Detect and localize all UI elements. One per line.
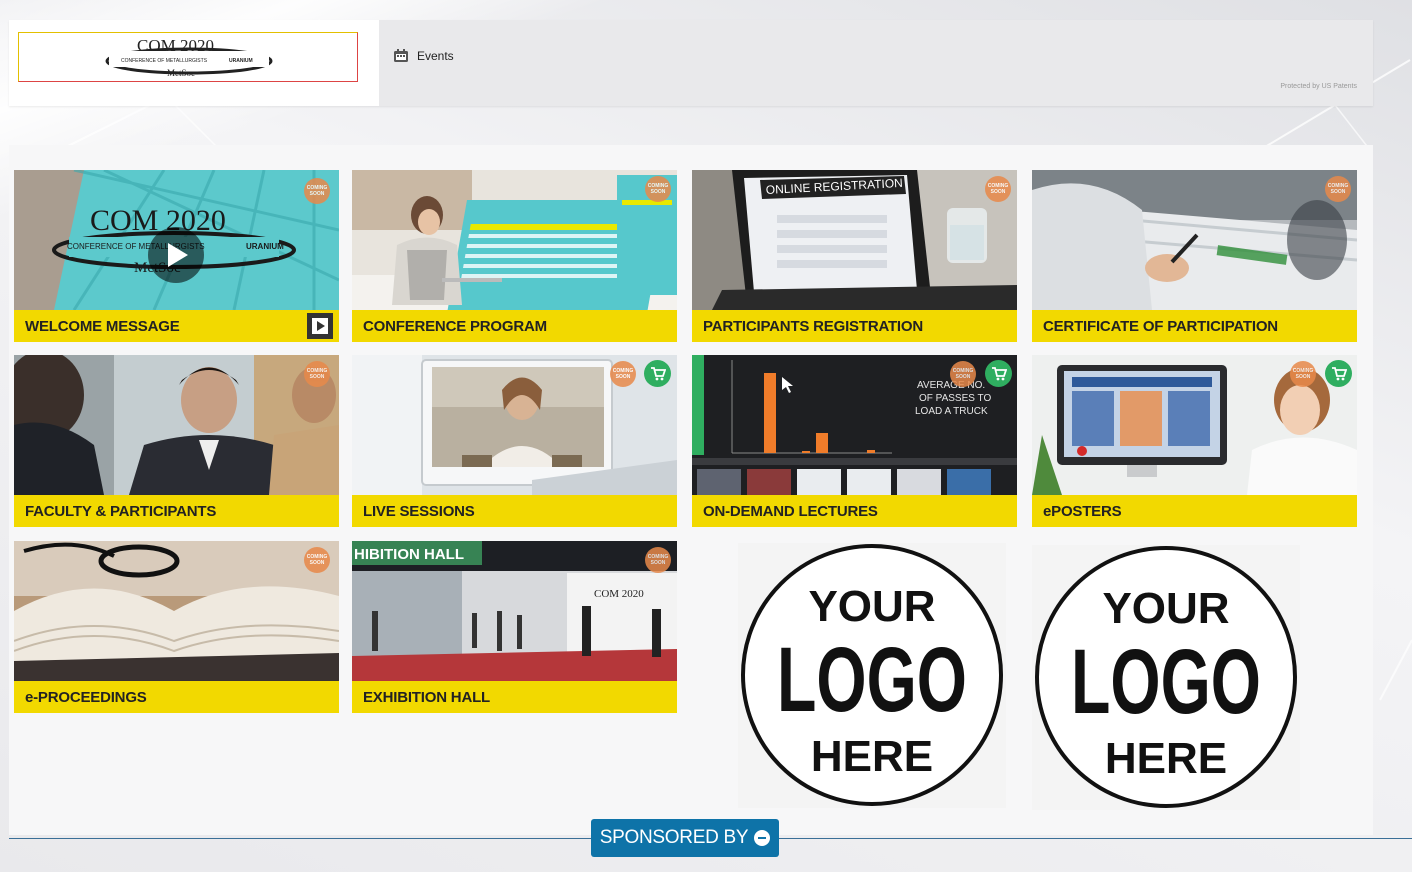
logo-org-text: MetSoc xyxy=(167,68,195,78)
conference-program-image xyxy=(352,170,677,310)
tile-caption: e-PROCEEDINGS xyxy=(14,681,339,713)
tile-certificate-of-participation[interactable]: COMING SOON CERTIFICATE OF PARTICIPATION xyxy=(1032,170,1357,342)
tile-caption: LIVE SESSIONS xyxy=(352,495,677,527)
cart-icon[interactable] xyxy=(644,360,671,387)
exhibition-hall-image: HIBITION HALL COM 2020 xyxy=(352,541,677,681)
tile-caption: ePOSTERS xyxy=(1032,495,1357,527)
lecture-image-text: AVERAGE NO. OF PASSES TO LOAD A TRUCK xyxy=(915,380,991,417)
book-glasses-image xyxy=(14,541,339,681)
tile-caption: EXHIBITION HALL xyxy=(352,681,677,713)
patent-note: Protected by US Patents xyxy=(1280,83,1357,90)
tile-caption: CONFERENCE PROGRAM xyxy=(352,310,677,342)
play-icon[interactable] xyxy=(307,313,333,339)
welcome-image-subtitle2: URANIUM xyxy=(246,242,284,251)
logo-subtitle-right: URANIUM xyxy=(229,58,253,64)
cart-icon[interactable] xyxy=(1325,360,1352,387)
coming-soon-badge: COMING SOON xyxy=(304,178,330,204)
tile-participants-registration[interactable]: ONLINE REGISTRATION COMING SOON PARTICIP… xyxy=(692,170,1017,342)
coming-soon-badge: COMING SOON xyxy=(304,547,330,573)
certificate-signing-image xyxy=(1032,170,1357,310)
com2020-logo-graphic: COM 2020 CONFERENCE OF METALLURGISTS URA… xyxy=(105,36,273,78)
collapse-minus-icon xyxy=(754,830,771,846)
logo-placeholder-mid: LOGO xyxy=(1071,631,1261,733)
coming-soon-badge: COMING SOON xyxy=(610,361,636,387)
cart-icon[interactable] xyxy=(985,360,1012,387)
top-header: COM 2020 CONFERENCE OF METALLURGISTS URA… xyxy=(9,20,1373,106)
sponsored-by-label: SPONSORED BY xyxy=(599,827,749,848)
tile-on-demand-lectures[interactable]: AVERAGE NO. OF PASSES TO LOAD A TRUCK COMI… xyxy=(692,355,1017,527)
tile-faculty-participants[interactable]: COMING SOON FACULTY & PARTICIPANTS xyxy=(14,355,339,527)
your-logo-here-graphic: YOUR LOGO HERE xyxy=(741,544,1003,806)
events-icon xyxy=(394,49,408,62)
coming-soon-badge: COMING SOON xyxy=(645,547,671,573)
logo-title-text: COM 2020 xyxy=(137,36,214,55)
tile-caption: CERTIFICATE OF PARTICIPATION xyxy=(1032,310,1357,342)
tile-caption: ON-DEMAND LECTURES xyxy=(692,495,1017,527)
your-logo-here-graphic: YOUR LOGO HERE xyxy=(1035,546,1297,808)
sponsor-logo-placeholder-1[interactable]: YOUR LOGO HERE xyxy=(738,543,1006,808)
logo-placeholder-bottom: HERE xyxy=(811,732,933,781)
coming-soon-badge: COMING SOON xyxy=(950,361,976,387)
logo-placeholder-top: YOUR xyxy=(808,582,935,631)
exhibition-image-text: HIBITION HALL xyxy=(354,546,464,563)
sponsor-logo-placeholder-2[interactable]: YOUR LOGO HERE xyxy=(1032,545,1300,810)
welcome-video-thumbnail: COM 2020 CONFERENCE OF METALLURGISTS URA… xyxy=(14,170,339,310)
tile-exhibition-hall[interactable]: HIBITION HALL COM 2020 COMING SOON EXHIB… xyxy=(352,541,677,713)
exhibition-image-sub: COM 2020 xyxy=(594,588,644,600)
tile-caption: PARTICIPANTS REGISTRATION xyxy=(692,310,1017,342)
nav-events-label: Events xyxy=(417,49,454,63)
tile-e-proceedings[interactable]: COMING SOON e-PROCEEDINGS xyxy=(14,541,339,713)
tile-live-sessions[interactable]: COMING SOON LIVE SESSIONS xyxy=(352,355,677,527)
tile-welcome-message[interactable]: COM 2020 CONFERENCE OF METALLURGISTS URA… xyxy=(14,170,339,342)
coming-soon-badge: COMING SOON xyxy=(1325,176,1351,202)
coming-soon-badge: COMING SOON xyxy=(304,361,330,387)
nav-events[interactable]: Events xyxy=(393,49,454,63)
tile-eposters[interactable]: COMING SOON ePOSTERS xyxy=(1032,355,1357,527)
coming-soon-badge: COMING SOON xyxy=(645,176,671,202)
logo-area: COM 2020 CONFERENCE OF METALLURGISTS URA… xyxy=(9,20,379,106)
sponsored-by-button[interactable]: SPONSORED BY xyxy=(591,819,779,857)
conference-logo[interactable]: COM 2020 CONFERENCE OF METALLURGISTS URA… xyxy=(18,32,358,82)
faculty-image xyxy=(14,355,339,495)
tile-conference-program[interactable]: COMING SOON CONFERENCE PROGRAM xyxy=(352,170,677,342)
logo-subtitle-left: CONFERENCE OF METALLURGISTS xyxy=(121,58,208,64)
logo-placeholder-mid: LOGO xyxy=(777,629,967,731)
logo-placeholder-top: YOUR xyxy=(1102,584,1229,633)
logo-placeholder-bottom: HERE xyxy=(1105,734,1227,783)
registration-laptop-image: ONLINE REGISTRATION xyxy=(692,170,1017,310)
tile-caption: WELCOME MESSAGE xyxy=(14,310,339,342)
coming-soon-badge: COMING SOON xyxy=(985,176,1011,202)
tile-caption: FACULTY & PARTICIPANTS xyxy=(14,495,339,527)
welcome-image-title: COM 2020 xyxy=(90,204,226,237)
coming-soon-badge: COMING SOON xyxy=(1290,361,1316,387)
